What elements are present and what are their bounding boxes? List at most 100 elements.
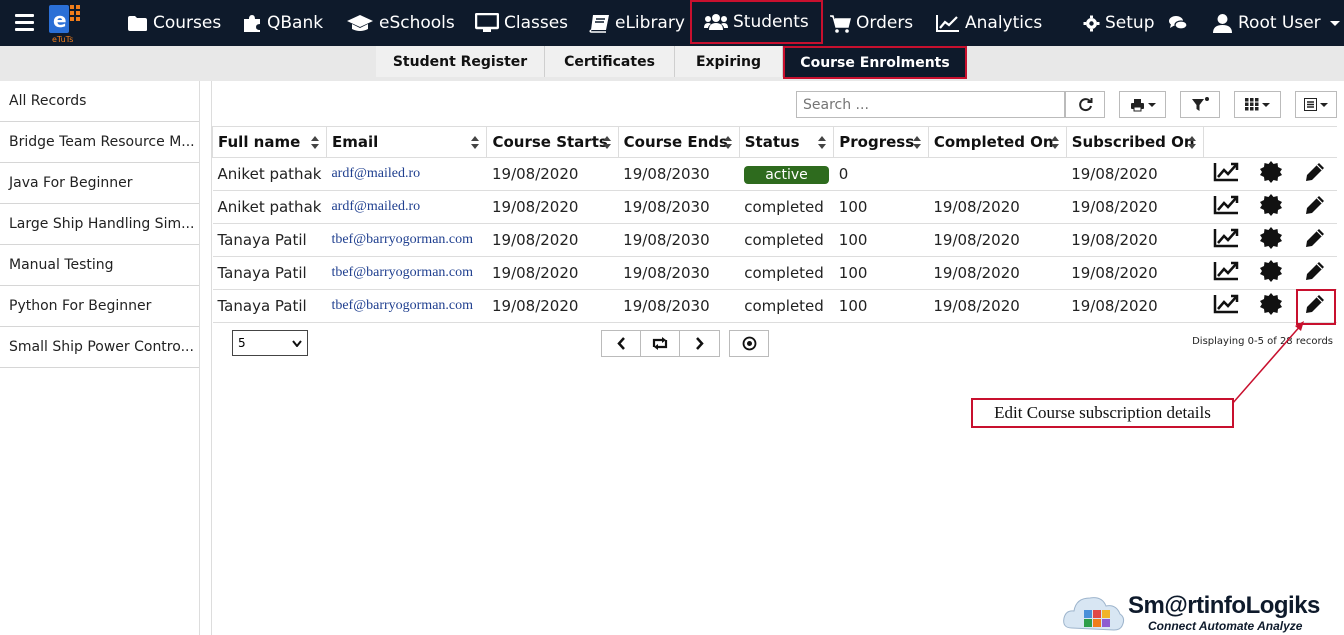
nav-orders[interactable]: Orders: [829, 0, 913, 46]
nav-courses[interactable]: Courses: [127, 0, 221, 46]
sidebar-item-python[interactable]: Python For Beginner: [0, 286, 199, 327]
cell-completed-on: 19/08/2020: [928, 256, 1067, 290]
chat-button[interactable]: [1168, 0, 1193, 46]
monitor-icon: [475, 13, 499, 32]
col-full-name[interactable]: Full name: [212, 126, 327, 158]
cell-email: ardf@mailed.ro: [326, 157, 487, 191]
trend-chart-icon: [1213, 261, 1239, 281]
col-actions: [1203, 126, 1337, 158]
nav-qbank[interactable]: QBank: [242, 0, 323, 46]
refresh-page-button[interactable]: [641, 331, 680, 356]
etuts-logo[interactable]: e eTuTs: [46, 2, 92, 44]
search-input[interactable]: [796, 91, 1065, 118]
edit-action-button[interactable]: [1292, 157, 1337, 191]
cell-course-ends: 19/08/2030: [618, 190, 740, 224]
nav-classes[interactable]: Classes: [475, 0, 568, 46]
certificate-action-button[interactable]: [1248, 223, 1293, 257]
cell-progress: 0: [833, 157, 929, 191]
nav-elibrary[interactable]: eLibrary: [589, 0, 685, 46]
col-subscribed-on[interactable]: Subscribed On: [1065, 126, 1205, 158]
cell-full-name: Aniket pathak: [212, 157, 327, 191]
sidebar-item-java[interactable]: Java For Beginner: [0, 163, 199, 204]
target-button[interactable]: [729, 330, 769, 357]
prev-page-button[interactable]: [602, 331, 641, 356]
edit-action-button[interactable]: [1292, 256, 1337, 290]
cell-course-ends: 19/08/2030: [618, 157, 740, 191]
top-navbar: e eTuTs Courses QBank eSchools Classes e…: [0, 0, 1344, 46]
caret-down-icon: [1329, 21, 1340, 26]
cell-progress: 100: [833, 256, 929, 290]
col-completed-on[interactable]: Completed On: [927, 126, 1067, 158]
chevron-right-icon: [696, 337, 704, 350]
nav-eschools[interactable]: eSchools: [346, 0, 455, 46]
filter-button[interactable]: [1180, 91, 1220, 118]
sort-icon: [310, 136, 319, 149]
page-size-select[interactable]: 5: [232, 330, 308, 356]
table-header-row: Full name Email Course Starts Course End…: [212, 126, 1337, 158]
analytics-action-button[interactable]: [1203, 157, 1249, 191]
col-completed-on-label: Completed On: [933, 133, 1054, 151]
nav-classes-label: Classes: [504, 13, 569, 33]
status-text: completed: [744, 231, 824, 249]
analytics-action-button[interactable]: [1203, 223, 1249, 257]
menu-icon[interactable]: [15, 14, 34, 31]
certificate-action-button[interactable]: [1248, 256, 1293, 290]
col-course-ends-label: Course Ends: [623, 133, 728, 151]
refresh-button[interactable]: [1065, 91, 1105, 118]
sidebar-item-manual-testing[interactable]: Manual Testing: [0, 245, 199, 286]
cell-email: tbef@barryogorman.com: [326, 256, 487, 290]
cell-subscribed-on: 19/08/2020: [1066, 256, 1204, 290]
tab-student-register[interactable]: Student Register: [376, 46, 545, 77]
refresh-icon: [1078, 98, 1092, 112]
cell-status: completed: [739, 256, 834, 290]
analytics-action-button[interactable]: [1203, 256, 1249, 290]
sort-icon: [471, 136, 480, 149]
col-course-starts[interactable]: Course Starts: [486, 126, 619, 158]
certificate-action-button[interactable]: [1248, 190, 1293, 224]
nav-analytics[interactable]: Analytics: [935, 0, 1042, 46]
sidebar-item-large-ship[interactable]: Large Ship Handling Sim...: [0, 204, 199, 245]
edit-action-button[interactable]: [1292, 190, 1337, 224]
edit-action-button[interactable]: [1292, 223, 1337, 257]
nav-students[interactable]: Students: [690, 0, 823, 44]
analytics-action-button[interactable]: [1203, 190, 1249, 224]
cell-progress: 100: [833, 289, 929, 323]
cell-status: active: [739, 157, 834, 191]
tab-certificates[interactable]: Certificates: [545, 46, 675, 77]
nav-analytics-label: Analytics: [965, 13, 1043, 33]
puzzle-icon: [244, 15, 260, 32]
cell-course-starts: 19/08/2020: [486, 289, 619, 323]
sidebar-item-all-records[interactable]: All Records: [0, 81, 199, 122]
course-filter-sidebar: All Records Bridge Team Resource M... Ja…: [0, 81, 200, 635]
trend-chart-icon: [1213, 162, 1239, 182]
sort-icon: [602, 136, 611, 149]
cell-course-starts: 19/08/2020: [486, 190, 619, 224]
certificate-action-button[interactable]: [1248, 157, 1293, 191]
sidebar-item-small-ship[interactable]: Small Ship Power Contro...: [0, 327, 199, 368]
nav-students-label: Students: [733, 12, 809, 32]
col-course-starts-label: Course Starts: [492, 133, 608, 151]
sidebar-item-bridge-team[interactable]: Bridge Team Resource M...: [0, 122, 199, 163]
cell-full-name: Tanaya Patil: [212, 289, 327, 323]
cell-full-name: Tanaya Patil: [212, 223, 327, 257]
col-subscribed-on-label: Subscribed On: [1071, 133, 1195, 151]
tab-course-enrolments[interactable]: Course Enrolments: [783, 46, 967, 79]
col-email[interactable]: Email: [325, 126, 488, 158]
tab-expiring[interactable]: Expiring: [675, 46, 783, 77]
cell-subscribed-on: 19/08/2020: [1066, 190, 1204, 224]
cell-course-starts: 19/08/2020: [486, 223, 619, 257]
next-page-button[interactable]: [680, 331, 719, 356]
cell-course-ends: 19/08/2030: [618, 223, 740, 257]
print-button[interactable]: [1119, 91, 1166, 118]
pencil-icon: [1305, 229, 1324, 247]
col-progress[interactable]: Progress: [833, 126, 929, 158]
col-status[interactable]: Status: [738, 126, 835, 158]
book-icon: [589, 14, 609, 33]
user-menu[interactable]: Root User: [1212, 0, 1344, 46]
col-course-ends[interactable]: Course Ends: [617, 126, 740, 158]
list-view-button[interactable]: [1295, 91, 1337, 118]
grid-icon: [1245, 98, 1259, 111]
nav-eschools-label: eSchools: [379, 13, 455, 33]
nav-setup[interactable]: Setup: [1083, 0, 1154, 46]
columns-grid-button[interactable]: [1234, 91, 1281, 118]
